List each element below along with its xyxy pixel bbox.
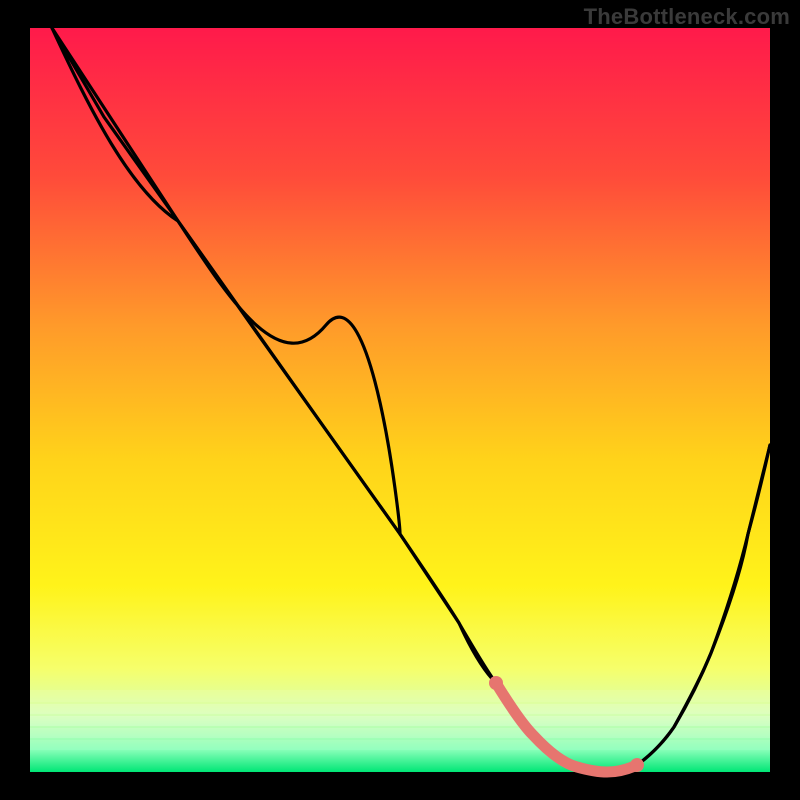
valley-dot-left: [489, 676, 503, 690]
chart-svg: [0, 0, 800, 800]
plot-area: [30, 28, 770, 772]
watermark-text: TheBottleneck.com: [584, 4, 790, 30]
valley-dot-right: [630, 758, 644, 772]
chart-frame: TheBottleneck.com: [0, 0, 800, 800]
bottom-bands: [30, 690, 770, 750]
